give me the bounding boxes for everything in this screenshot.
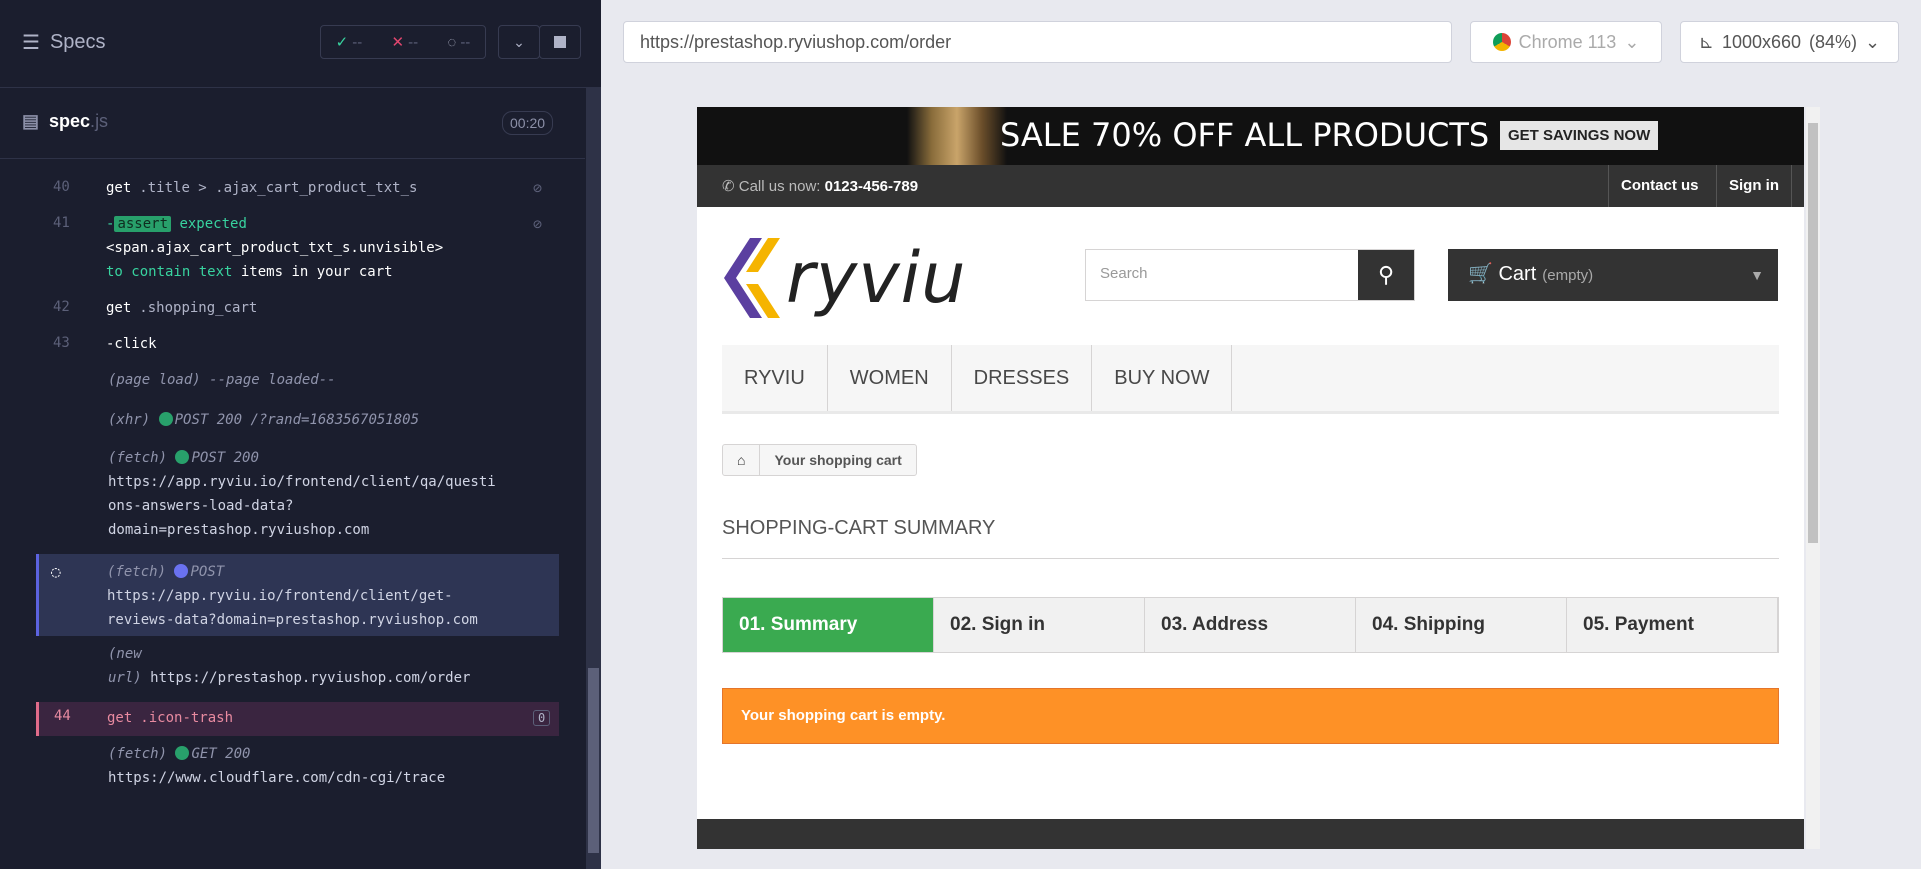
status-dot [175,450,190,464]
caret-down-icon: ▼ [1750,267,1764,283]
status-dot [174,564,189,578]
top-nav: ✆ Call us now: 0123-456-789 Contact us S… [697,165,1804,207]
document-icon: ▤ [22,111,40,131]
spec-row[interactable]: ▤ spec.js [0,88,585,159]
main-menu: RYVIU WOMEN DRESSES BUY NOW [722,345,1779,414]
step: 01. Summary [723,598,934,652]
count-badge: 0 [533,710,551,726]
step: 02. Sign in [934,598,1145,652]
empty-cart-alert: Your shopping cart is empty. [722,688,1779,744]
log-event[interactable]: (new url) https://prestashop.ryviushop.co… [38,642,558,698]
phone-icon: ✆ [722,178,735,195]
assert-tag: assert [114,216,172,232]
menu-item[interactable]: RYVIU [722,345,828,411]
search-button[interactable]: ⚲ [1358,250,1414,300]
step: 05. Payment [1567,598,1778,652]
search-box: Search ⚲ [1085,249,1415,301]
command-row[interactable]: 41 - assert expected <span.ajax_cart_produ… [38,212,558,292]
logo[interactable]: ryviu [722,237,966,319]
viewport-select[interactable]: ⊾ 1000x660 (84%) ⌄ [1680,21,1899,63]
eye-slash-icon: ⊘ [533,215,543,233]
command-row-failed[interactable]: 44 get .icon-trash 0 [36,702,559,736]
order-steps: 01. Summary 02. Sign in 03. Address 04. … [722,597,1779,653]
aut-frame: SALE 70% OFF ALL PRODUCTS GET SAVINGS NO… [697,107,1804,849]
cart-icon: 🛒 [1468,263,1493,285]
spec-ext: js [95,111,109,131]
search-input[interactable]: Search [1100,265,1148,282]
banner-text: SALE 70% OFF ALL PRODUCTS [1000,116,1490,154]
specs-toggle[interactable]: ☰ Specs [22,30,106,55]
call-us: ✆ Call us now: 0123-456-789 [722,178,919,195]
logo-mark-icon [724,238,780,318]
stop-button[interactable] [539,25,581,59]
signin-link[interactable]: Sign in [1716,165,1792,207]
loading-icon: ◌ [51,562,61,581]
chevron-down-icon: ⌄ [1624,31,1640,52]
page-title: SHOPPING-CART SUMMARY [722,517,1779,559]
ruler-icon: ⊾ [1698,31,1714,52]
cart-button[interactable]: 🛒 Cart (empty) ▼ [1448,249,1778,301]
log-scrollbar[interactable] [586,88,601,869]
browser-select[interactable]: Chrome 113 ⌄ [1470,21,1662,63]
test-stats: ✓ -- ✕ -- ◌ -- [320,25,486,59]
log-event[interactable]: (page load) --page loaded-- [38,368,558,398]
contact-link[interactable]: Contact us [1608,165,1711,207]
url-field[interactable]: https://prestashop.ryviushop.com/order [623,21,1452,63]
step: 03. Address [1145,598,1356,652]
status-dot [158,412,173,426]
stop-icon [554,36,566,48]
footer [697,819,1804,849]
get-savings-button[interactable]: GET SAVINGS NOW [1500,121,1659,150]
spinner-icon: ◌ [447,33,457,51]
chevron-down-icon[interactable]: ⌄ [498,25,540,59]
log-event-active[interactable]: ◌ (fetch) POST https://app.ryviu.io/front… [36,554,559,636]
failed-count: ✕ -- [391,34,419,51]
menu-icon: ☰ [22,32,40,54]
x-icon: ✕ [391,34,405,51]
step: 04. Shipping [1356,598,1567,652]
timer: 00:20 [502,111,554,135]
command-row[interactable]: 43 -click [38,332,558,362]
specs-title: Specs [49,31,106,53]
search-icon: ⚲ [1377,262,1395,287]
menu-item[interactable]: DRESSES [952,345,1093,411]
home-icon[interactable]: ⌂ [723,445,761,475]
eye-slash-icon: ⊘ [533,179,543,197]
log-event[interactable]: (fetch) POST 200 https://app.ryviu.io/fro… [38,446,558,542]
command-row[interactable]: 40 get .title > .ajax_cart_product_txt_s … [38,176,558,206]
spec-name: spec [49,111,91,131]
frame-scrollbar[interactable] [1806,107,1820,849]
pending-count: ◌ -- [447,33,471,51]
chrome-icon [1492,33,1511,51]
menu-item[interactable]: WOMEN [828,345,952,411]
runner-header: ☰ Specs ✓ -- ✕ -- ◌ -- ⌄ [0,0,601,88]
command-row[interactable]: 42 get .shopping_cart [38,296,558,326]
breadcrumb: ⌂ Your shopping cart [722,444,917,476]
runner-panel: ☰ Specs ✓ -- ✕ -- ◌ -- ⌄ ▤ spec.js 00:20 40… [0,0,601,869]
banner-image [907,107,1007,165]
status-dot [175,746,190,760]
passed-count: ✓ -- [335,34,363,51]
check-icon: ✓ [335,34,349,51]
chevron-down-icon: ⌄ [1865,31,1881,52]
menu-item[interactable]: BUY NOW [1092,345,1233,411]
log-event[interactable]: (xhr) POST 200 /?rand=1683567051805 [38,408,558,438]
log-event[interactable]: (fetch) GET 200 https://www.cloudflare.co… [38,742,558,798]
promo-banner[interactable]: SALE 70% OFF ALL PRODUCTS GET SAVINGS NO… [697,107,1804,165]
